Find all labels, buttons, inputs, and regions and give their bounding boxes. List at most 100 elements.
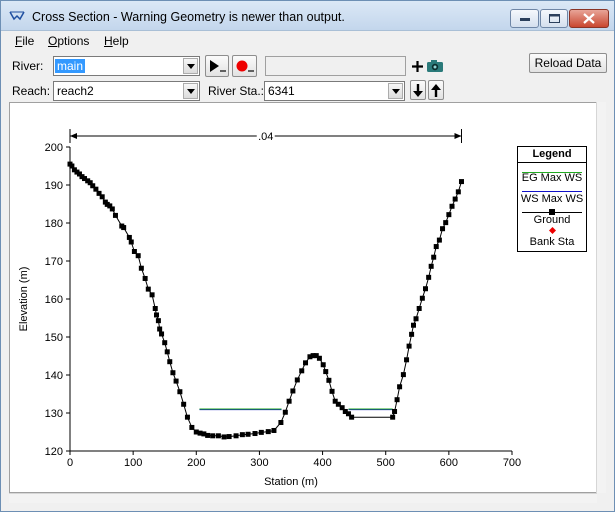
- reach-select[interactable]: reach2: [53, 81, 200, 101]
- river-value: main: [55, 59, 86, 73]
- close-button[interactable]: [569, 9, 609, 28]
- ground-point: [406, 343, 412, 349]
- x-tick-label: 0: [67, 457, 73, 469]
- y-tick-label: 140: [45, 370, 63, 382]
- river-dropdown-icon[interactable]: [183, 58, 198, 74]
- water-surface: [199, 408, 393, 411]
- manning-n-label: .04: [258, 131, 273, 143]
- y-tick-label: 160: [45, 294, 63, 306]
- record-button[interactable]: [232, 55, 257, 77]
- legend-eg: EG Max WS: [521, 172, 583, 184]
- animate-button[interactable]: [205, 55, 229, 77]
- y-ticks: 120 130 140 150 160 170 180 190 200: [45, 142, 70, 458]
- ground-point: [245, 431, 251, 437]
- ground-point: [112, 212, 118, 218]
- ground-point: [271, 427, 277, 433]
- y-tick-label: 130: [45, 408, 63, 420]
- chart-axes: [69, 147, 512, 452]
- camera-icon: [427, 60, 443, 72]
- x-tick-label: 100: [124, 457, 142, 469]
- add-button[interactable]: [410, 56, 425, 76]
- reach-dropdown-icon[interactable]: [183, 83, 198, 99]
- ground-point: [413, 316, 419, 322]
- y-tick-label: 180: [45, 218, 63, 230]
- previous-station-button[interactable]: [410, 80, 426, 100]
- ground-point: [215, 433, 221, 439]
- ground-point: [173, 378, 179, 384]
- ground-point: [436, 237, 442, 243]
- ground-point: [226, 434, 232, 440]
- close-icon: [583, 13, 595, 24]
- ground-point: [138, 265, 144, 271]
- ground-point: [446, 212, 452, 218]
- chart-legend: Legend EG Max WS WS Max WS Ground Bank S…: [517, 146, 587, 252]
- ground-point: [400, 372, 406, 378]
- reload-data-button[interactable]: Reload Data: [529, 53, 607, 73]
- ground-point: [205, 432, 211, 438]
- minimize-button[interactable]: [510, 9, 539, 28]
- river-select[interactable]: main: [53, 56, 200, 76]
- ground-point: [189, 424, 195, 430]
- x-ticks: 0 100 200 300 400 500 600 700: [67, 451, 521, 469]
- horizontal-scrollbar[interactable]: [9, 493, 597, 503]
- ground-point: [443, 220, 449, 226]
- y-tick-label: 170: [45, 256, 63, 268]
- river-sta-label: River Sta.:: [208, 84, 265, 98]
- ground-point: [154, 312, 160, 318]
- ground-point: [145, 286, 151, 292]
- ground-point: [392, 408, 398, 414]
- ground-point: [440, 226, 446, 232]
- ground-point: [181, 401, 187, 407]
- x-tick-label: 700: [503, 457, 521, 469]
- menu-options[interactable]: Options: [48, 34, 89, 48]
- menu-file[interactable]: File: [15, 34, 34, 48]
- river-label: River:: [12, 59, 44, 73]
- ground-point: [323, 369, 329, 375]
- ground-point: [349, 414, 355, 420]
- y-axis-label: Elevation (m): [18, 267, 30, 332]
- ground-point: [419, 295, 425, 301]
- play-animate-icon: [210, 60, 226, 72]
- down-arrow-icon: [413, 83, 423, 97]
- ground-point: [167, 359, 173, 365]
- ground-point: [326, 377, 332, 383]
- camera-button[interactable]: [425, 56, 445, 76]
- ground-point: [278, 420, 284, 425]
- river-sta-dropdown-icon[interactable]: [388, 83, 403, 99]
- ground-points: [67, 161, 464, 440]
- up-arrow-icon: [431, 83, 441, 97]
- y-tick-label: 190: [45, 180, 63, 192]
- menu-help[interactable]: Help: [104, 34, 129, 48]
- ground-point: [397, 384, 403, 390]
- ground-point: [404, 357, 410, 363]
- x-tick-label: 500: [377, 457, 395, 469]
- ground-point: [177, 389, 183, 395]
- record-icon: [236, 60, 254, 72]
- title-bar[interactable]: Cross Section - Warning Geometry is newe…: [1, 1, 614, 31]
- ground-point: [458, 179, 464, 185]
- vertical-scrollbar[interactable]: [596, 102, 606, 493]
- ground-point: [99, 194, 105, 200]
- ground-point: [149, 292, 155, 298]
- ground-point: [135, 253, 141, 259]
- ground-point: [210, 433, 216, 439]
- cross-section-app-icon: [9, 11, 25, 21]
- x-tick-label: 300: [250, 457, 268, 469]
- cross-section-chart: 0 100 200 300 400 500 600 700 120 130 140 150 160 17…: [18, 129, 521, 488]
- ground-point: [221, 434, 227, 440]
- ground-point: [428, 263, 434, 269]
- ground-point: [290, 388, 296, 394]
- maximize-button[interactable]: [540, 9, 568, 28]
- ground-point: [282, 409, 288, 415]
- ground-point: [299, 368, 305, 374]
- ground-point: [157, 326, 163, 332]
- legend-ws-swatch: [522, 191, 582, 192]
- legend-separator: [518, 162, 586, 163]
- ground-point: [294, 377, 300, 383]
- river-sta-select[interactable]: 6341: [264, 81, 405, 101]
- window-title: Cross Section - Warning Geometry is newe…: [32, 10, 345, 24]
- next-station-button[interactable]: [428, 80, 444, 100]
- ground-point: [164, 349, 170, 355]
- x-axis-label: Station (m): [264, 476, 318, 488]
- ground-point: [265, 429, 271, 435]
